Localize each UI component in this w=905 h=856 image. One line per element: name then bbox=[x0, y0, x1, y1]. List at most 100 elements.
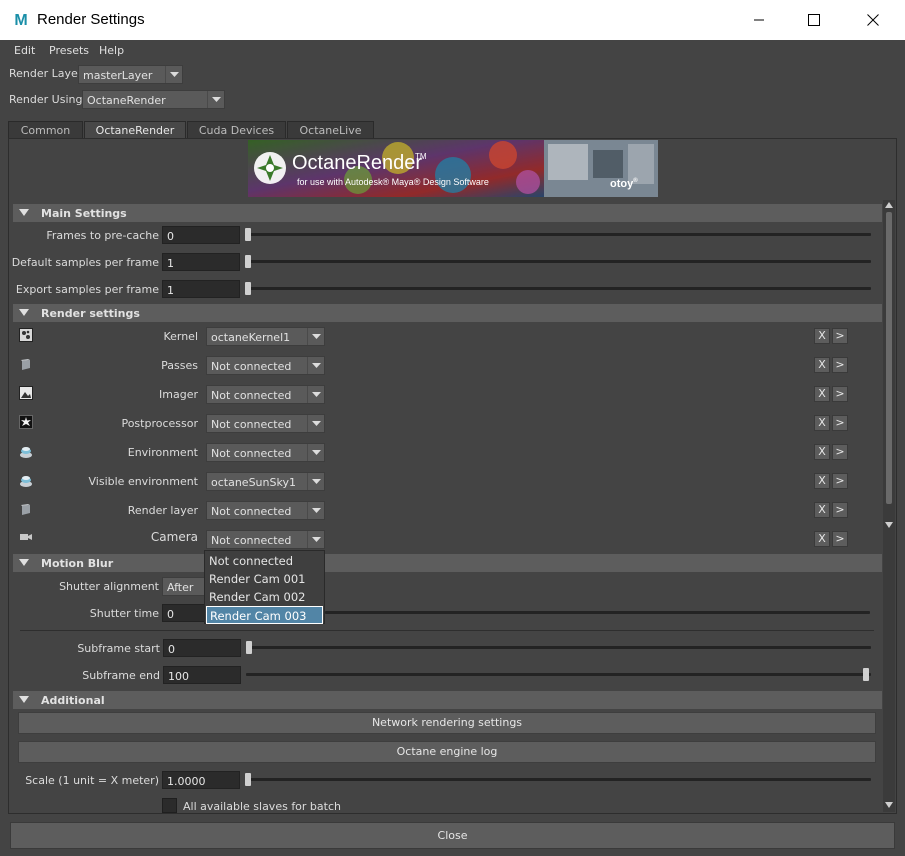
collapse-triangle-icon bbox=[19, 209, 29, 216]
subframe-start-input[interactable]: 0 bbox=[163, 639, 241, 657]
slider-track[interactable] bbox=[325, 611, 870, 614]
title-bar: M Render Settings bbox=[0, 0, 905, 40]
shutter-time-label: Shutter time bbox=[89, 607, 159, 620]
postprocessor-goto-button[interactable]: > bbox=[832, 415, 848, 431]
scale-input[interactable]: 1.0000 bbox=[162, 771, 240, 789]
postprocessor-icon bbox=[19, 415, 33, 429]
otoy-brand-reg: ® bbox=[633, 178, 638, 184]
visible-environment-goto-button[interactable]: > bbox=[832, 473, 848, 489]
slider-handle[interactable] bbox=[245, 773, 251, 786]
render-layer-disconnect-button[interactable]: X bbox=[814, 502, 830, 518]
shutter-alignment-label: Shutter alignment bbox=[59, 580, 159, 593]
camera-option-render-cam-003[interactable]: Render Cam 003 bbox=[206, 606, 323, 624]
passes-label: Passes bbox=[161, 359, 198, 372]
section-title: Additional bbox=[41, 694, 105, 707]
render-layer-goto-button[interactable]: > bbox=[832, 502, 848, 518]
kernel-goto-button[interactable]: > bbox=[832, 328, 848, 344]
camera-disconnect-button[interactable]: X bbox=[814, 531, 830, 547]
slider-handle[interactable] bbox=[245, 228, 251, 241]
collapse-triangle-icon bbox=[19, 309, 29, 316]
kernel-disconnect-button[interactable]: X bbox=[814, 328, 830, 344]
chevron-down-icon bbox=[307, 473, 324, 490]
environment-disconnect-button[interactable]: X bbox=[814, 444, 830, 460]
section-motion-blur[interactable]: Motion Blur bbox=[13, 554, 882, 572]
slider-track[interactable] bbox=[246, 673, 871, 676]
slider-handle[interactable] bbox=[863, 668, 869, 681]
render-layer-row-select[interactable]: Not connected bbox=[206, 501, 325, 520]
tab-common[interactable]: Common bbox=[8, 121, 83, 138]
close-button[interactable]: Close bbox=[10, 822, 895, 849]
select-value: Not connected bbox=[211, 360, 292, 373]
environment-label: Environment bbox=[127, 446, 198, 459]
export-samples-input[interactable]: 1 bbox=[162, 280, 240, 298]
tab-octanelive[interactable]: OctaneLive bbox=[287, 121, 374, 138]
slaves-checkbox[interactable] bbox=[162, 798, 177, 813]
visible-environment-disconnect-button[interactable]: X bbox=[814, 473, 830, 489]
imager-select[interactable]: Not connected bbox=[206, 385, 325, 404]
slider-handle[interactable] bbox=[245, 282, 251, 295]
banner-title: OctaneRender bbox=[292, 152, 423, 174]
environment-select[interactable]: Not connected bbox=[206, 443, 325, 462]
tab-cuda-devices[interactable]: Cuda Devices bbox=[187, 121, 286, 138]
slider-track[interactable] bbox=[246, 646, 871, 649]
menu-presets[interactable]: Presets bbox=[49, 44, 89, 57]
menu-edit[interactable]: Edit bbox=[14, 44, 35, 57]
scroll-up-icon[interactable] bbox=[885, 202, 893, 208]
banner-subtitle: for use with Autodesk® Maya® Design Soft… bbox=[297, 177, 489, 187]
passes-disconnect-button[interactable]: X bbox=[814, 357, 830, 373]
slider-track[interactable] bbox=[245, 233, 871, 236]
visible-environment-select[interactable]: octaneSunSky1 bbox=[206, 472, 325, 491]
subframe-end-label: Subframe end bbox=[82, 669, 160, 682]
menu-help[interactable]: Help bbox=[99, 44, 124, 57]
network-rendering-settings-button[interactable]: Network rendering settings bbox=[18, 712, 876, 734]
section-main-settings[interactable]: Main Settings bbox=[13, 204, 882, 222]
postprocessor-select[interactable]: Not connected bbox=[206, 414, 325, 433]
camera-label: Camera bbox=[150, 530, 198, 544]
slider-track[interactable] bbox=[245, 778, 871, 781]
collapse-triangle-icon bbox=[19, 559, 29, 566]
postprocessor-disconnect-button[interactable]: X bbox=[814, 415, 830, 431]
camera-option-render-cam-002[interactable]: Render Cam 002 bbox=[206, 588, 323, 606]
frames-precache-label: Frames to pre-cache bbox=[46, 229, 159, 242]
passes-goto-button[interactable]: > bbox=[832, 357, 848, 373]
section-additional[interactable]: Additional bbox=[13, 691, 882, 709]
kernel-icon bbox=[19, 328, 33, 342]
imager-icon bbox=[19, 386, 33, 400]
close-icon bbox=[867, 14, 879, 26]
camera-goto-button[interactable]: > bbox=[832, 531, 848, 547]
camera-dropdown-menu: Not connected Render Cam 001 Render Cam … bbox=[204, 550, 325, 624]
camera-select[interactable]: Not connected bbox=[206, 530, 325, 549]
render-using-select[interactable]: OctaneRender bbox=[82, 90, 225, 109]
kernel-select[interactable]: octaneKernel1 bbox=[206, 327, 325, 346]
render-layer-row-label: Render layer bbox=[127, 504, 198, 517]
default-samples-input[interactable]: 1 bbox=[162, 253, 240, 271]
camera-option-not-connected[interactable]: Not connected bbox=[206, 552, 323, 570]
camera-option-render-cam-001[interactable]: Render Cam 001 bbox=[206, 570, 323, 588]
imager-disconnect-button[interactable]: X bbox=[814, 386, 830, 402]
slider-track[interactable] bbox=[245, 260, 871, 263]
chevron-down-icon bbox=[165, 66, 182, 83]
section-render-settings[interactable]: Render settings bbox=[13, 304, 882, 322]
window-title: Render Settings bbox=[37, 11, 145, 28]
frames-precache-input[interactable]: 0 bbox=[162, 226, 240, 244]
panel-scrollbar[interactable] bbox=[883, 200, 895, 812]
subframe-start-label: Subframe start bbox=[77, 642, 160, 655]
slider-handle[interactable] bbox=[246, 641, 252, 654]
scrollbar-thumb[interactable] bbox=[886, 212, 892, 504]
environment-goto-button[interactable]: > bbox=[832, 444, 848, 460]
tab-octanerender[interactable]: OctaneRender bbox=[84, 121, 186, 138]
maximize-button[interactable] bbox=[785, 0, 843, 40]
slider-handle[interactable] bbox=[245, 255, 251, 268]
render-layer-select[interactable]: masterLayer bbox=[78, 65, 183, 84]
subframe-end-input[interactable]: 100 bbox=[163, 666, 241, 684]
close-window-button[interactable] bbox=[844, 0, 902, 40]
maximize-icon bbox=[808, 14, 820, 26]
passes-select[interactable]: Not connected bbox=[206, 356, 325, 375]
slider-track[interactable] bbox=[245, 287, 871, 290]
octane-engine-log-button[interactable]: Octane engine log bbox=[18, 741, 876, 763]
minimize-button[interactable] bbox=[730, 0, 788, 40]
imager-goto-button[interactable]: > bbox=[832, 386, 848, 402]
scroll-down-icon[interactable] bbox=[885, 802, 893, 808]
octane-banner: OctaneRender TM for use with Autodesk® M… bbox=[248, 140, 658, 197]
select-value: Not connected bbox=[211, 534, 292, 547]
